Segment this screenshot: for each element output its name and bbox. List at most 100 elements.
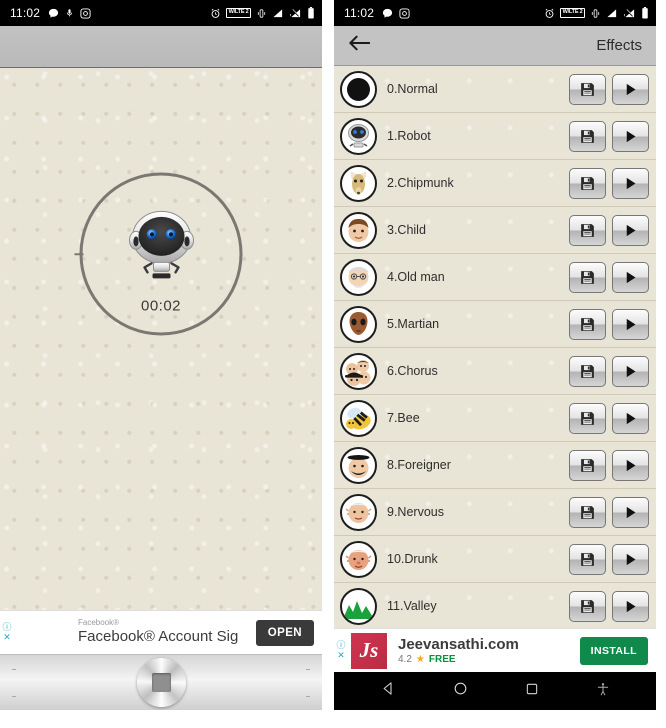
save-button[interactable] bbox=[569, 214, 606, 246]
ad-info-icon[interactable]: ⓘ bbox=[336, 641, 345, 650]
floppy-disk-icon bbox=[581, 223, 594, 237]
status-bar-system-icons: W/LTE 2 bbox=[544, 7, 649, 19]
message-icon bbox=[382, 8, 393, 19]
save-button[interactable] bbox=[569, 449, 606, 481]
floppy-disk-icon bbox=[581, 505, 594, 519]
list-item[interactable]: 10.Drunk bbox=[334, 536, 656, 583]
save-button[interactable] bbox=[569, 73, 606, 105]
play-icon bbox=[626, 600, 636, 612]
save-button[interactable] bbox=[569, 543, 606, 575]
play-button[interactable] bbox=[612, 355, 649, 387]
panel-divider bbox=[322, 0, 334, 728]
play-icon bbox=[626, 318, 636, 330]
play-button[interactable] bbox=[612, 449, 649, 481]
status-bar-notification-icons bbox=[48, 7, 91, 19]
avatar bbox=[340, 258, 377, 296]
list-item[interactable]: 1.Robot bbox=[334, 113, 656, 160]
home-nav-icon[interactable] bbox=[453, 681, 468, 701]
camera-icon bbox=[80, 7, 91, 19]
effects-list[interactable]: 0.Normal 1.Robot 2.Chipmunk 3.Child 4.Ol… bbox=[334, 66, 656, 628]
list-item[interactable]: 11.Valley bbox=[334, 583, 656, 628]
app-icon: Js bbox=[351, 632, 387, 669]
play-icon bbox=[626, 553, 636, 565]
save-button[interactable] bbox=[569, 167, 606, 199]
floppy-disk-icon bbox=[581, 599, 594, 613]
list-item[interactable]: 8.Foreigner bbox=[334, 442, 656, 489]
ad-badge-controls[interactable]: ⓘ ✕ bbox=[334, 641, 348, 660]
play-button[interactable] bbox=[612, 402, 649, 434]
page-title: Effects bbox=[596, 37, 642, 54]
list-item-label: 11.Valley bbox=[387, 599, 437, 613]
save-button[interactable] bbox=[569, 590, 606, 622]
play-icon bbox=[626, 177, 636, 189]
save-button[interactable] bbox=[569, 402, 606, 434]
status-bar-left: 11:02 W/LTE 2 bbox=[0, 0, 322, 26]
list-item[interactable]: 6.Chorus bbox=[334, 348, 656, 395]
play-button[interactable] bbox=[612, 120, 649, 152]
list-item-label: 3.Child bbox=[387, 223, 426, 237]
floppy-disk-icon bbox=[581, 129, 594, 143]
play-button[interactable] bbox=[612, 543, 649, 575]
status-bar-right: 11:02 W/LTE 2 bbox=[334, 0, 656, 26]
recorder-body: 00:02 ⓘ ✕ Facebook® Facebook® Account Si… bbox=[0, 68, 322, 710]
floppy-disk-icon bbox=[581, 411, 594, 425]
star-icon: ★ bbox=[415, 654, 425, 666]
accessibility-nav-icon[interactable] bbox=[596, 681, 610, 702]
floppy-disk-icon bbox=[581, 458, 594, 472]
list-item[interactable]: 0.Normal bbox=[334, 66, 656, 113]
stop-record-button[interactable] bbox=[136, 658, 186, 707]
avatar bbox=[340, 211, 377, 249]
avatar bbox=[340, 352, 377, 390]
save-button[interactable] bbox=[569, 496, 606, 528]
ad-open-button[interactable]: OPEN bbox=[255, 619, 314, 646]
signal-icon bbox=[272, 8, 284, 19]
avatar bbox=[340, 587, 377, 625]
ad-close-icon[interactable]: ✕ bbox=[337, 651, 345, 660]
list-item[interactable]: 5.Martian bbox=[334, 301, 656, 348]
save-button[interactable] bbox=[569, 261, 606, 293]
camera-icon bbox=[399, 7, 410, 19]
list-item-label: 6.Chorus bbox=[387, 364, 438, 378]
ad-close-icon[interactable]: ✕ bbox=[3, 633, 11, 642]
dual-screenshot-container: 11:02 W/LTE 2 00:02 ⓘ ✕ Facebook® Facebo… bbox=[0, 0, 666, 728]
status-bar-clock: 11:02 bbox=[344, 6, 375, 20]
recents-nav-icon[interactable] bbox=[525, 682, 539, 701]
avatar bbox=[340, 540, 377, 578]
list-item[interactable]: 4.Old man bbox=[334, 254, 656, 301]
back-arrow-icon[interactable] bbox=[348, 34, 371, 57]
ad-rating: 4.2 bbox=[398, 654, 412, 666]
play-button[interactable] bbox=[612, 214, 649, 246]
jeevansathi-ad-banner[interactable]: ⓘ ✕ Js Jeevansathi.com 4.2 ★ FREE INSTAL… bbox=[334, 628, 656, 672]
avatar bbox=[340, 70, 377, 108]
stop-square-icon bbox=[151, 673, 171, 692]
effects-toolbar: Effects bbox=[334, 26, 656, 66]
volte-icon: W/LTE 2 bbox=[226, 8, 251, 18]
play-button[interactable] bbox=[612, 496, 649, 528]
list-item-label: 1.Robot bbox=[387, 129, 431, 143]
save-button[interactable] bbox=[569, 120, 606, 152]
left-phone-screen: 11:02 W/LTE 2 00:02 ⓘ ✕ Facebook® Facebo… bbox=[0, 0, 322, 710]
save-button[interactable] bbox=[569, 308, 606, 340]
play-button[interactable] bbox=[612, 167, 649, 199]
play-button[interactable] bbox=[612, 308, 649, 340]
floppy-disk-icon bbox=[581, 552, 594, 566]
facebook-ad-banner[interactable]: ⓘ ✕ Facebook® Facebook® Account Sig OPEN bbox=[0, 610, 322, 654]
save-button[interactable] bbox=[569, 355, 606, 387]
play-icon bbox=[626, 506, 636, 518]
list-item[interactable]: 7.Bee bbox=[334, 395, 656, 442]
list-item[interactable]: 2.Chipmunk bbox=[334, 160, 656, 207]
play-icon bbox=[626, 459, 636, 471]
avatar bbox=[340, 164, 377, 202]
ad-badge-controls[interactable]: ⓘ ✕ bbox=[0, 623, 14, 642]
list-item[interactable]: 3.Child bbox=[334, 207, 656, 254]
list-item-label: 2.Chipmunk bbox=[387, 176, 454, 190]
back-nav-icon[interactable] bbox=[381, 681, 396, 701]
list-item[interactable]: 9.Nervous bbox=[334, 489, 656, 536]
play-button[interactable] bbox=[612, 261, 649, 293]
ad-info-icon[interactable]: ⓘ bbox=[2, 623, 11, 632]
play-button[interactable] bbox=[612, 73, 649, 105]
play-icon bbox=[626, 130, 636, 142]
play-button[interactable] bbox=[612, 590, 649, 622]
ad-install-button[interactable]: INSTALL bbox=[579, 636, 648, 665]
alarm-icon bbox=[544, 8, 555, 19]
